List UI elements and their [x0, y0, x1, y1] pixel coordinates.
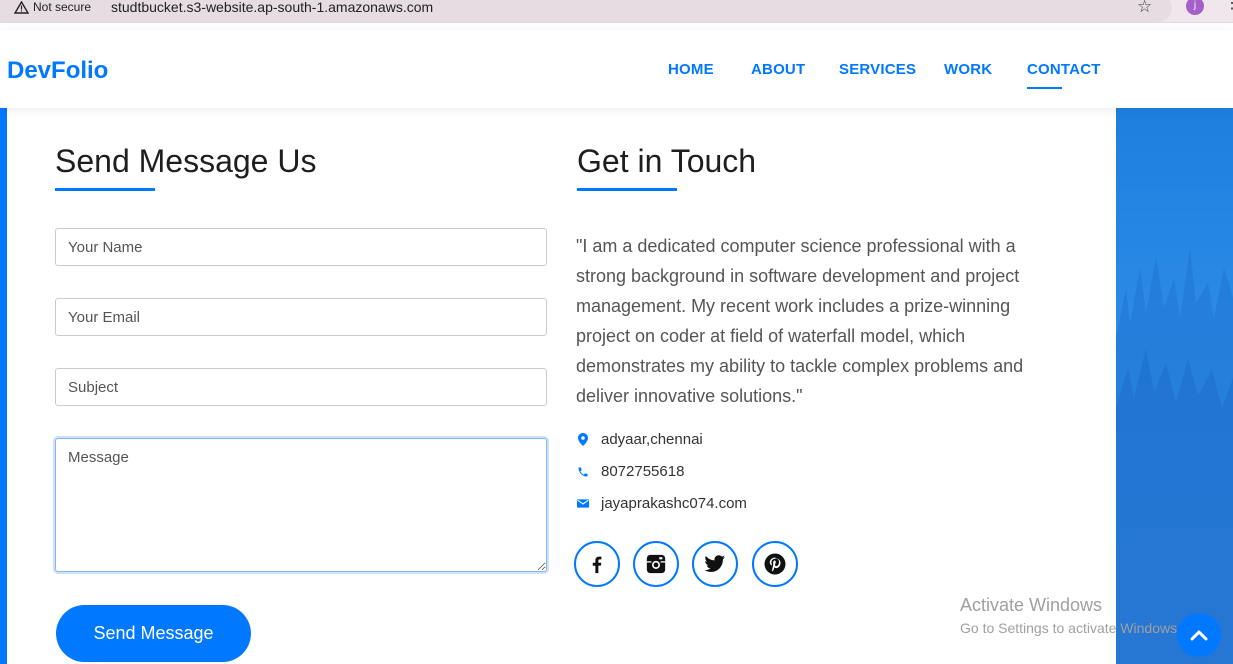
map-marker-icon	[577, 433, 589, 447]
address-text: adyaar,chennai	[601, 431, 703, 448]
url-text[interactable]: studtbucket.s3-website.ap-south-1.amazon…	[111, 0, 433, 15]
email-input[interactable]	[55, 298, 547, 336]
twitter-button[interactable]	[692, 541, 738, 587]
background-image-strip	[1116, 108, 1233, 664]
active-nav-underline	[1027, 87, 1062, 89]
warning-icon	[14, 0, 29, 14]
email-text: jayaprakashc074.com	[601, 495, 747, 512]
form-title-underline	[55, 188, 155, 191]
send-message-button[interactable]: Send Message	[56, 605, 251, 662]
twitter-icon	[704, 555, 726, 572]
profile-avatar[interactable]: j	[1186, 0, 1204, 15]
crowd-silhouette-graphic	[1116, 248, 1233, 664]
contact-phone-row: 8072755618	[577, 463, 684, 480]
browser-address-bar: Not secure studtbucket.s3-website.ap-sou…	[0, 0, 1233, 23]
nav-contact[interactable]: CONTACT	[1027, 61, 1101, 78]
windows-watermark-title: Activate Windows	[960, 595, 1103, 615]
nav-about[interactable]: ABOUT	[751, 61, 805, 78]
bookmark-star-icon[interactable]: ☆	[1137, 0, 1152, 17]
contact-title-underline	[577, 188, 677, 191]
back-to-top-button[interactable]	[1177, 613, 1221, 657]
facebook-icon	[592, 556, 602, 574]
instagram-icon	[646, 554, 666, 574]
contact-email-row: jayaprakashc074.com	[577, 495, 747, 512]
form-title: Send Message Us	[55, 143, 317, 179]
nav-home[interactable]: HOME	[668, 61, 714, 78]
nav-work[interactable]: WORK	[944, 61, 992, 78]
phone-icon	[577, 465, 589, 479]
site-header: DevFolio HOME ABOUT SERVICES WORK CONTAC…	[0, 30, 1233, 108]
about-quote: "I am a dedicated computer science profe…	[576, 236, 1024, 406]
phone-text: 8072755618	[601, 463, 685, 480]
security-indicator[interactable]: Not secure	[14, 0, 91, 14]
browser-menu-icon[interactable]: ⋮	[1224, 0, 1233, 12]
pinterest-button[interactable]	[752, 541, 798, 587]
envelope-icon	[577, 497, 589, 511]
contact-title: Get in Touch	[577, 143, 757, 179]
subject-input[interactable]	[55, 368, 547, 406]
nav-services[interactable]: SERVICES	[839, 61, 916, 78]
contact-address-row: adyaar,chennai	[577, 431, 703, 448]
site-logo[interactable]: DevFolio	[7, 57, 108, 85]
pinterest-icon	[764, 553, 786, 575]
message-textarea[interactable]	[55, 438, 547, 572]
instagram-button[interactable]	[633, 541, 679, 587]
name-input[interactable]	[55, 228, 547, 266]
security-label: Not secure	[33, 0, 92, 14]
windows-watermark-subtitle: Go to Settings to activate Windows.	[960, 620, 1181, 636]
chevron-up-icon	[1190, 630, 1208, 641]
facebook-button[interactable]	[574, 541, 620, 587]
